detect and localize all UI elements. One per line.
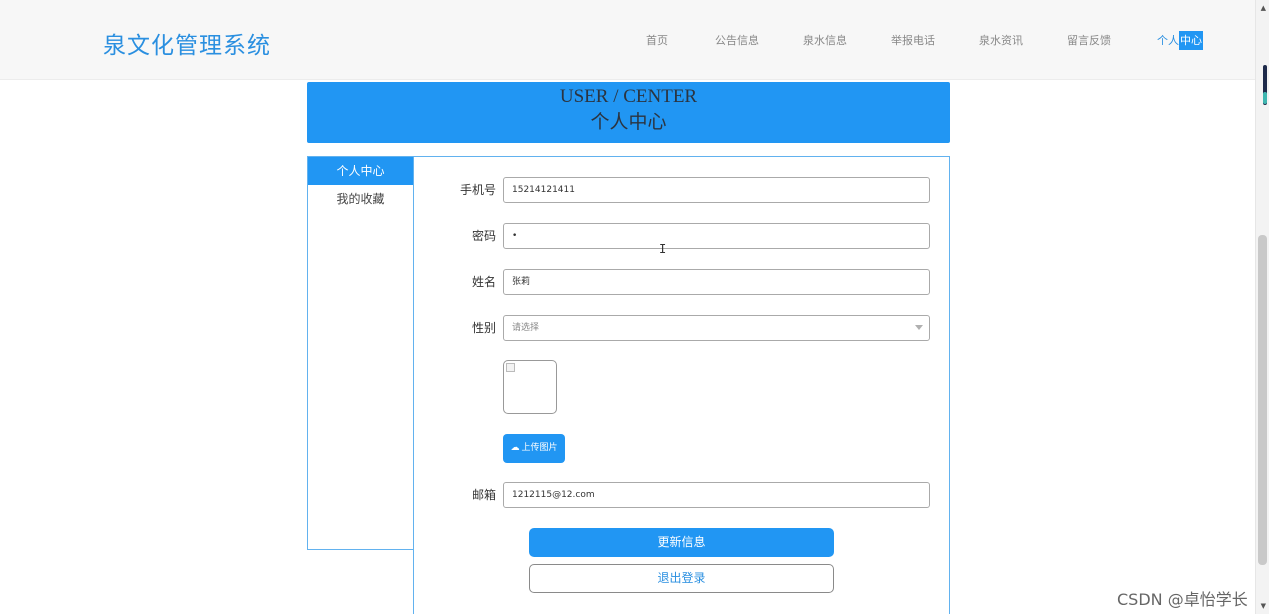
password-input[interactable]: •: [503, 223, 930, 249]
gender-select-placeholder: 请选择: [512, 323, 540, 333]
name-input[interactable]: 张莉: [503, 269, 930, 295]
password-label: 密码: [471, 229, 496, 243]
gender-select[interactable]: 请选择: [503, 315, 930, 341]
chevron-down-icon: [915, 325, 923, 330]
phone-input[interactable]: 15214121411: [503, 177, 930, 203]
scrollbar-thumb[interactable]: [1258, 235, 1267, 565]
upload-image-label: 上传图片: [521, 443, 558, 453]
banner-title-cn: 个人中心: [590, 111, 667, 133]
broken-image-icon: [506, 363, 515, 372]
scroll-up-icon[interactable]: ▲: [1261, 4, 1266, 12]
side-indicator-accent: [1263, 92, 1267, 104]
nav-announcements[interactable]: 公告信息: [715, 33, 759, 49]
user-sidebar: 个人中心 我的收藏: [307, 156, 414, 550]
upload-image-button[interactable]: ☁ 上传图片: [503, 434, 565, 463]
page: 泉文化管理系统 首页 公告信息 泉水信息 举报电话 泉水资讯 留言反馈 个人中心…: [0, 0, 1269, 614]
email-label: 邮箱: [471, 488, 496, 502]
avatar-image-preview: [503, 360, 557, 414]
page-banner: USER / CENTER 个人中心: [307, 82, 950, 143]
banner-title-en: USER / CENTER: [559, 86, 698, 107]
cloud-upload-icon: ☁: [510, 443, 520, 453]
scroll-down-icon[interactable]: ▼: [1261, 602, 1266, 610]
gender-label: 性别: [471, 321, 496, 335]
name-label: 姓名: [471, 275, 496, 289]
logout-button[interactable]: 退出登录: [529, 564, 834, 593]
top-navbar: 泉文化管理系统 首页 公告信息 泉水信息 举报电话 泉水资讯 留言反馈 个人中心: [0, 0, 1255, 80]
phone-label: 手机号: [459, 183, 496, 197]
nav-home[interactable]: 首页: [646, 33, 668, 49]
email-input[interactable]: 1212115@12.com: [503, 482, 930, 508]
update-info-button[interactable]: 更新信息: [529, 528, 834, 557]
nav-user-center-highlight: 中心: [1179, 31, 1203, 50]
watermark: CSDN @卓怡学长: [1117, 590, 1248, 609]
sidebar-item-favorites[interactable]: 我的收藏: [308, 185, 413, 213]
nav-spring-info[interactable]: 泉水信息: [803, 33, 847, 49]
text-cursor-icon: I: [659, 242, 667, 256]
profile-form: 手机号 15214121411 密码 • 姓名 张莉 性别 请选择 ☁ 上传图片 …: [413, 156, 950, 614]
main-nav: 首页 公告信息 泉水信息 举报电话 泉水资讯 留言反馈 个人中心: [0, 31, 1255, 50]
nav-report-phone[interactable]: 举报电话: [891, 33, 935, 49]
page-scrollbar[interactable]: ▲ ▼: [1255, 0, 1269, 614]
nav-user-center[interactable]: 个人中心: [1157, 31, 1203, 50]
sidebar-item-user-center[interactable]: 个人中心: [308, 157, 413, 185]
nav-spring-news[interactable]: 泉水资讯: [979, 33, 1023, 49]
nav-feedback[interactable]: 留言反馈: [1067, 33, 1111, 49]
nav-user-center-prefix: 个人: [1157, 34, 1179, 47]
